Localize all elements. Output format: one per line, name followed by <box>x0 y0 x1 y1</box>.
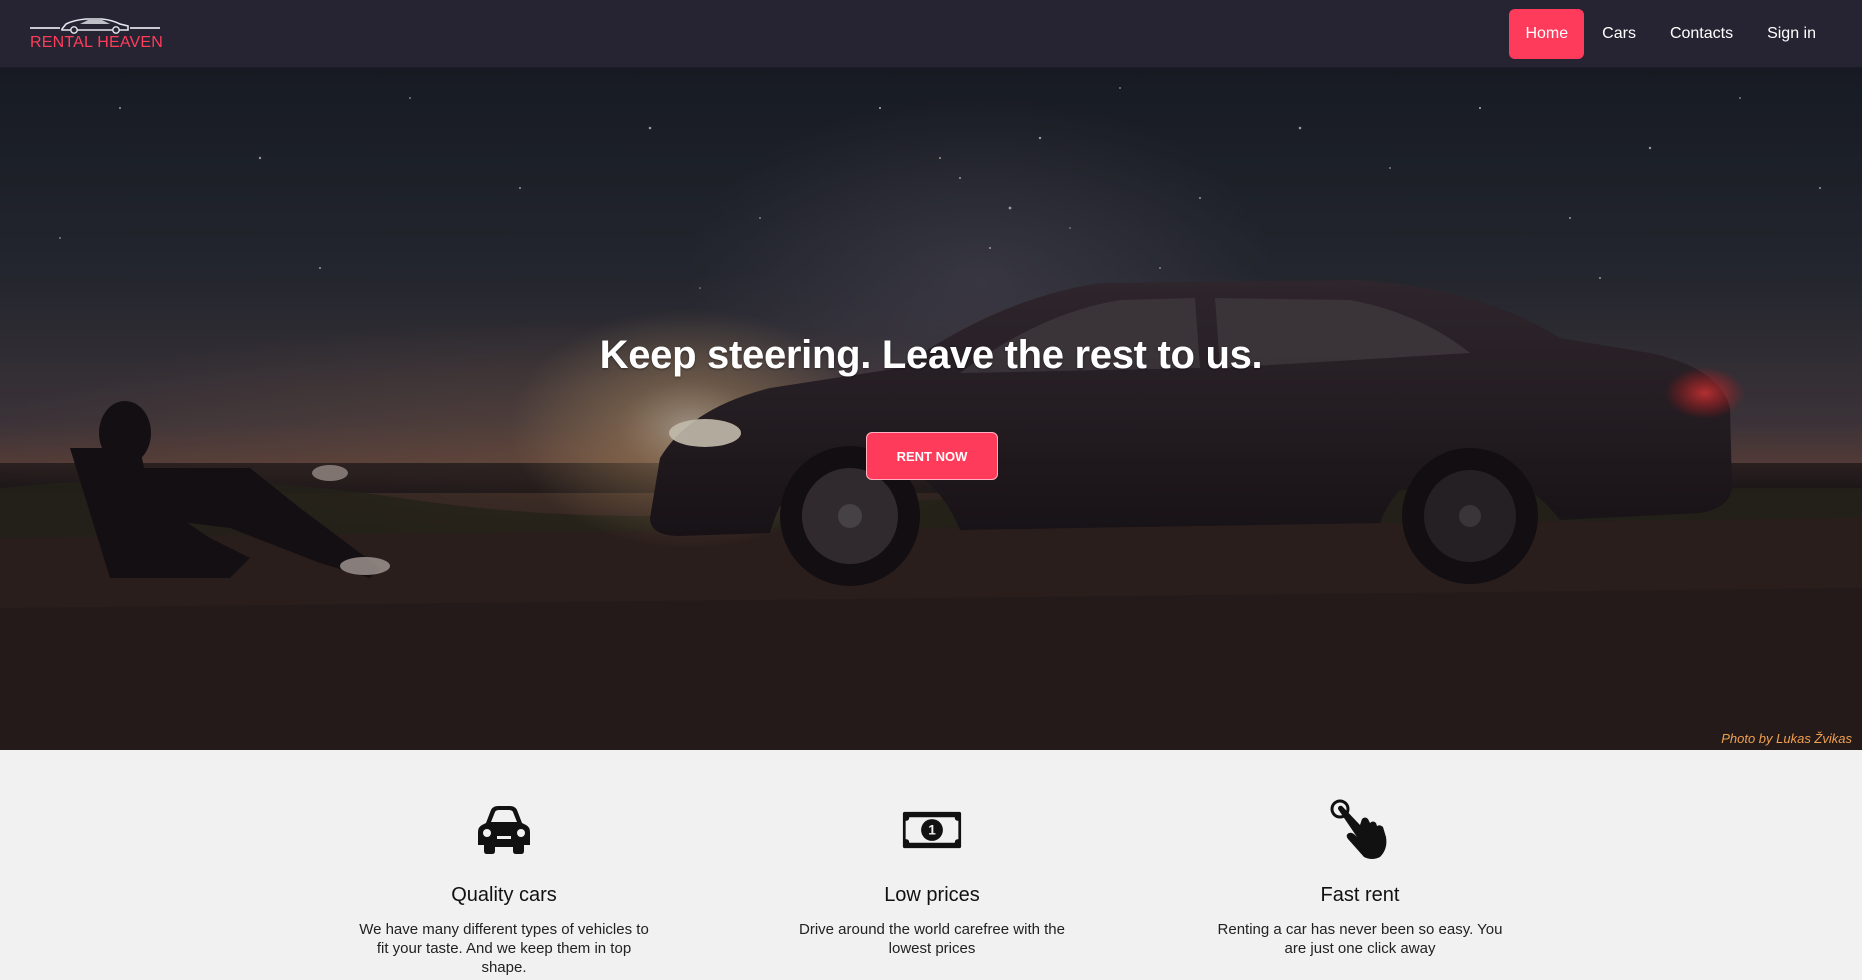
feature-text: Renting a car has never been so easy. Yo… <box>1217 921 1503 957</box>
banknote-icon: 1 <box>902 800 962 860</box>
car-logo-icon <box>30 18 160 34</box>
nav-contacts[interactable]: Contacts <box>1654 9 1749 59</box>
pointing-hand-icon <box>1330 799 1390 860</box>
photo-credit[interactable]: Photo by Lukas Žvikas <box>1721 731 1852 746</box>
hero-section: Keep steering. Leave the rest to us. REN… <box>0 68 1862 750</box>
brand-logo[interactable]: RENTAL HEAVEN <box>30 15 163 52</box>
main-nav: Home Cars Contacts Sign in <box>1507 8 1832 59</box>
brand-name: RENTAL HEAVEN <box>30 34 163 51</box>
feature-title: Quality cars <box>451 884 557 906</box>
svg-text:1: 1 <box>928 823 936 838</box>
navbar: RENTAL HEAVEN Home Cars Contacts Sign in <box>0 0 1862 68</box>
feature-title: Fast rent <box>1320 884 1400 906</box>
feature-text: Drive around the world carefree with the… <box>799 921 1065 957</box>
feature-text: We have many different types of vehicles… <box>359 921 649 976</box>
rent-now-button[interactable]: RENT NOW <box>866 432 998 480</box>
hero-dim-overlay <box>0 68 1862 750</box>
nav-sign-in[interactable]: Sign in <box>1751 9 1832 59</box>
nav-cars[interactable]: Cars <box>1586 9 1652 59</box>
feature-title: Low prices <box>884 884 980 906</box>
car-icon <box>474 800 534 860</box>
nav-home[interactable]: Home <box>1509 8 1585 59</box>
hero-title: Keep steering. Leave the rest to us. <box>599 333 1263 377</box>
features-section: Quality cars We have many different type… <box>0 750 1862 980</box>
